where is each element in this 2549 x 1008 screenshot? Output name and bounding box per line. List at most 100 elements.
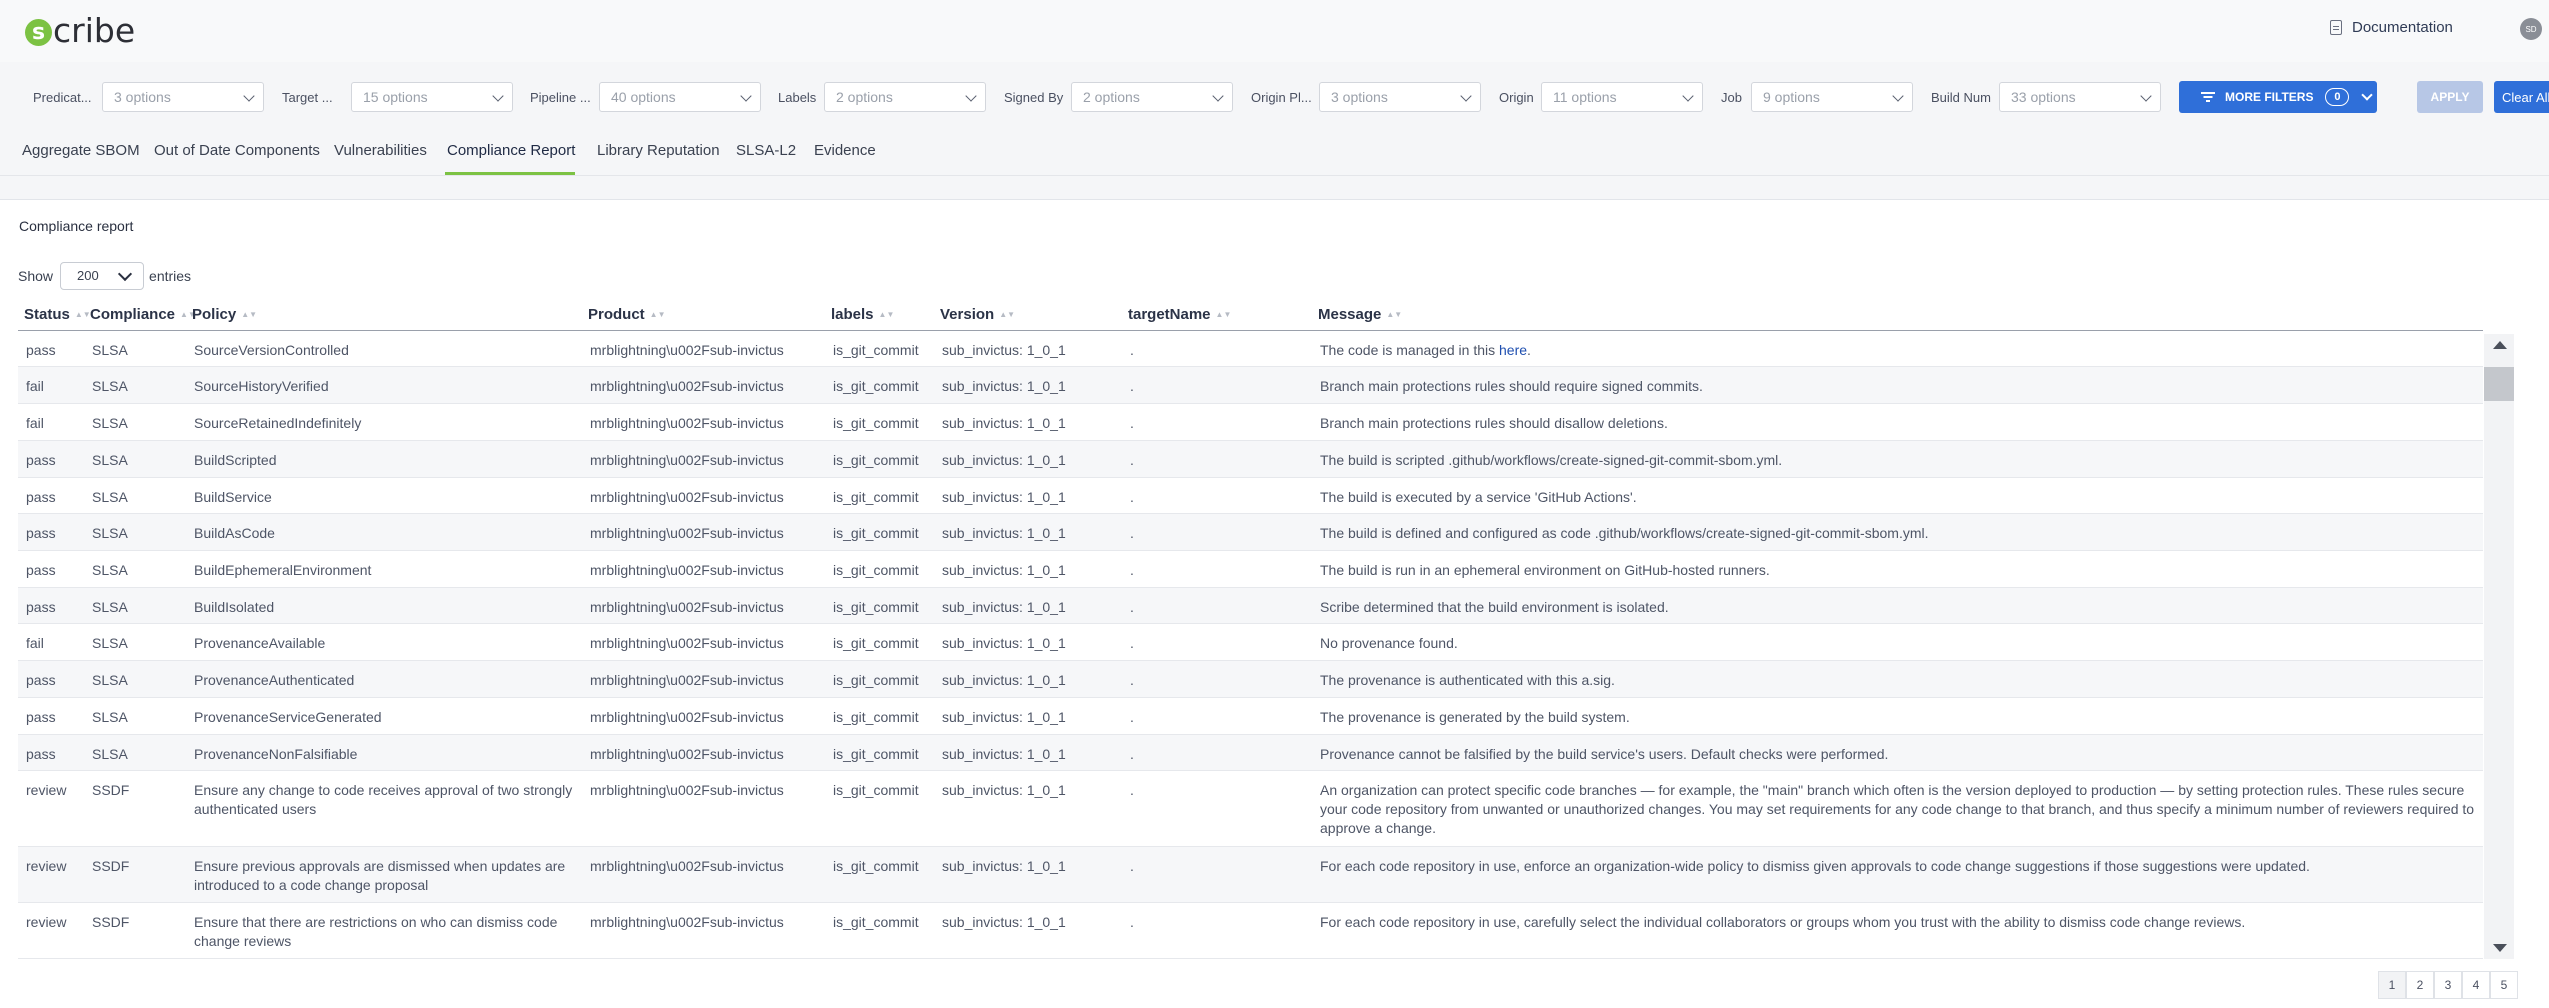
documentation-link[interactable]: Documentation bbox=[2330, 19, 2453, 36]
column-header-target-name[interactable]: targetName ▲▼ bbox=[1122, 300, 1312, 331]
filter-select-origin-platform[interactable]: 3 options bbox=[1319, 82, 1481, 112]
filter-value: 2 options bbox=[1083, 89, 1140, 105]
entries-label: entries bbox=[149, 268, 192, 284]
column-header-labels[interactable]: labels ▲▼ bbox=[825, 300, 934, 331]
status-cell: pass bbox=[18, 550, 84, 588]
column-header-status[interactable]: Status ▲▼ bbox=[18, 300, 91, 331]
chevron-down-icon bbox=[1212, 90, 1224, 102]
column-header-compliance[interactable]: Compliance ▲▼ bbox=[84, 300, 196, 331]
column-header-product[interactable]: Product ▲▼ bbox=[582, 300, 825, 331]
table-row: fail SLSA SourceRetainedIndefinitely mrblig… bbox=[18, 403, 2483, 441]
page-button[interactable]: 4 bbox=[2462, 971, 2490, 999]
tab-evidence[interactable]: Evidence bbox=[814, 142, 876, 159]
version-cell: sub_invictus: 1_0_1 bbox=[934, 660, 1122, 698]
table-row: pass SLSA BuildIsolated mrblightning\u002Fs… bbox=[18, 587, 2483, 624]
table-scrollbar[interactable] bbox=[2484, 334, 2514, 959]
filter-select-target[interactable]: 15 options bbox=[351, 82, 513, 112]
scribe-logo[interactable]: s cribe bbox=[25, 11, 135, 50]
column-title: labels bbox=[831, 306, 874, 324]
version-cell: sub_invictus: 1_0_1 bbox=[934, 770, 1122, 847]
apply-button[interactable]: APPLY bbox=[2417, 81, 2483, 113]
sort-icon: ▲▼ bbox=[878, 310, 895, 320]
column-header-version[interactable]: Version ▲▼ bbox=[934, 300, 1122, 331]
tab-out-of-date-components[interactable]: Out of Date Components bbox=[154, 142, 320, 159]
policy-cell: SourceRetainedIndefinitely bbox=[186, 403, 582, 441]
active-tab-indicator bbox=[445, 172, 575, 175]
more-filters-count: 0 bbox=[2325, 88, 2350, 106]
filter-select-origin[interactable]: 11 options bbox=[1541, 82, 1703, 112]
filter-value: 40 options bbox=[611, 89, 676, 105]
filter-select-signed-by[interactable]: 2 options bbox=[1071, 82, 1233, 112]
message-link[interactable]: here bbox=[1499, 342, 1527, 358]
version-cell: sub_invictus: 1_0_1 bbox=[934, 623, 1122, 661]
scroll-thumb[interactable] bbox=[2484, 367, 2514, 401]
column-title: Version bbox=[940, 306, 995, 324]
page-button[interactable]: 2 bbox=[2406, 971, 2434, 999]
table-row: review SSDF Ensure previous approvals are … bbox=[18, 846, 2483, 903]
tab-library-reputation[interactable]: Library Reputation bbox=[597, 142, 720, 159]
labels-cell: is_git_commit bbox=[825, 902, 934, 959]
labels-cell: is_git_commit bbox=[825, 623, 934, 661]
filter-value: 9 options bbox=[1763, 89, 1820, 105]
message-cell: The build is scripted .github/workflows/… bbox=[1312, 440, 2483, 478]
tab-compliance-report[interactable]: Compliance Report bbox=[447, 142, 575, 159]
message-cell: For each code repository in use, enforce… bbox=[1312, 846, 2483, 903]
target-name-cell: . bbox=[1122, 587, 1312, 624]
chevron-down-icon bbox=[740, 90, 752, 102]
status-cell: review bbox=[18, 846, 84, 903]
product-cell: mrblightning\u002Fsub-invictus bbox=[582, 846, 825, 903]
column-title: Product bbox=[588, 306, 645, 324]
policy-cell: SourceVersionControlled bbox=[186, 330, 582, 367]
compliance-cell: SLSA bbox=[84, 550, 186, 588]
scroll-up-arrow-icon[interactable] bbox=[2493, 341, 2507, 349]
tab-vulnerabilities[interactable]: Vulnerabilities bbox=[334, 142, 427, 159]
policy-cell: ProvenanceServiceGenerated bbox=[186, 697, 582, 735]
version-cell: sub_invictus: 1_0_1 bbox=[934, 477, 1122, 514]
filter-select-predicate[interactable]: 3 options bbox=[102, 82, 264, 112]
filter-select-build-num[interactable]: 33 options bbox=[1999, 82, 2161, 112]
filter-value: 3 options bbox=[1331, 89, 1388, 105]
filter-select-pipeline[interactable]: 40 options bbox=[599, 82, 761, 112]
filter-label-labels: Labels bbox=[778, 90, 817, 105]
page-button[interactable]: 3 bbox=[2434, 971, 2462, 999]
policy-cell: ProvenanceNonFalsifiable bbox=[186, 734, 582, 771]
logo-s-mark: s bbox=[25, 18, 52, 46]
status-cell: review bbox=[18, 902, 84, 959]
compliance-cell: SLSA bbox=[84, 366, 186, 404]
message-cell: The code is managed in this here. bbox=[1312, 330, 2483, 367]
top-bar: s cribe Documentation SD bbox=[0, 0, 2549, 62]
table-row: review SSDF Ensure any change to code rece… bbox=[18, 770, 2483, 847]
user-avatar[interactable]: SD bbox=[2520, 18, 2542, 40]
clear-all-button[interactable]: Clear All bbox=[2494, 81, 2549, 113]
product-cell: mrblightning\u002Fsub-invictus bbox=[582, 734, 825, 771]
column-header-message[interactable]: Message ▲▼ bbox=[1312, 300, 2483, 331]
filter-select-job[interactable]: 9 options bbox=[1751, 82, 1913, 112]
table-row: pass SLSA BuildAsCode mrblightning\u002Fsub… bbox=[18, 513, 2483, 551]
product-cell: mrblightning\u002Fsub-invictus bbox=[582, 477, 825, 514]
policy-cell: SourceHistoryVerified bbox=[186, 366, 582, 404]
page-button[interactable]: 5 bbox=[2490, 971, 2518, 999]
version-cell: sub_invictus: 1_0_1 bbox=[934, 550, 1122, 588]
labels-cell: is_git_commit bbox=[825, 513, 934, 551]
entries-per-page-select[interactable]: 200 bbox=[60, 262, 145, 290]
table-row: pass SLSA ProvenanceNonFalsifiable mrblight… bbox=[18, 734, 2483, 771]
sort-icon: ▲▼ bbox=[999, 310, 1016, 320]
message-cell: No provenance found. bbox=[1312, 623, 2483, 661]
target-name-cell: . bbox=[1122, 770, 1312, 847]
page-button[interactable]: 1 bbox=[2378, 971, 2406, 999]
more-filters-button[interactable]: MORE FILTERS 0 bbox=[2179, 81, 2377, 113]
scroll-down-arrow-icon[interactable] bbox=[2493, 944, 2507, 952]
labels-cell: is_git_commit bbox=[825, 660, 934, 698]
filter-select-labels[interactable]: 2 options bbox=[824, 82, 986, 112]
tab-slsa-l2[interactable]: SLSA-L2 bbox=[736, 142, 796, 159]
filter-label-predicate: Predicat... bbox=[33, 90, 92, 105]
version-cell: sub_invictus: 1_0_1 bbox=[934, 513, 1122, 551]
tab-aggregate-sbom[interactable]: Aggregate SBOM bbox=[22, 142, 140, 159]
entries-length-control: Show 200 entries bbox=[18, 262, 191, 290]
target-name-cell: . bbox=[1122, 403, 1312, 441]
column-header-policy[interactable]: Policy ▲▼ bbox=[186, 300, 582, 331]
target-name-cell: . bbox=[1122, 440, 1312, 478]
version-cell: sub_invictus: 1_0_1 bbox=[934, 587, 1122, 624]
document-icon bbox=[2330, 20, 2342, 35]
message-cell: The build is defined and configured as c… bbox=[1312, 513, 2483, 551]
